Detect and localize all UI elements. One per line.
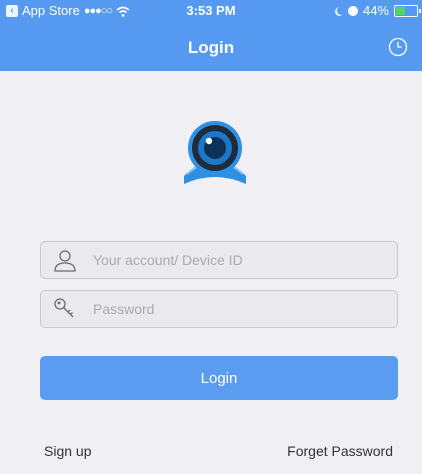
forget-password-link[interactable]: Forget Password: [287, 443, 393, 459]
page-title: Login: [187, 38, 235, 57]
camera-logo-icon: [184, 121, 246, 184]
sign-up-link[interactable]: Sign up: [44, 443, 91, 459]
header-bar: ‹ App Store ●●●○○ 3:53 PM 44% Login: [0, 0, 422, 71]
battery-icon: [394, 5, 421, 17]
account-field[interactable]: [40, 241, 398, 279]
key-icon: [54, 298, 74, 318]
battery-percent: 44%: [362, 3, 389, 18]
password-input[interactable]: [93, 301, 397, 317]
status-right: 44%: [334, 0, 421, 22]
login-button[interactable]: Login: [40, 356, 398, 400]
battery-fill: [396, 7, 405, 15]
status-bar: ‹ App Store ●●●○○ 3:53 PM 44%: [0, 0, 422, 22]
password-field[interactable]: [40, 290, 398, 328]
clock-icon[interactable]: [388, 37, 408, 57]
alarm-icon: [347, 6, 358, 16]
do-not-disturb-icon: [337, 6, 346, 15]
account-input[interactable]: [93, 252, 397, 268]
user-icon: [54, 250, 76, 272]
